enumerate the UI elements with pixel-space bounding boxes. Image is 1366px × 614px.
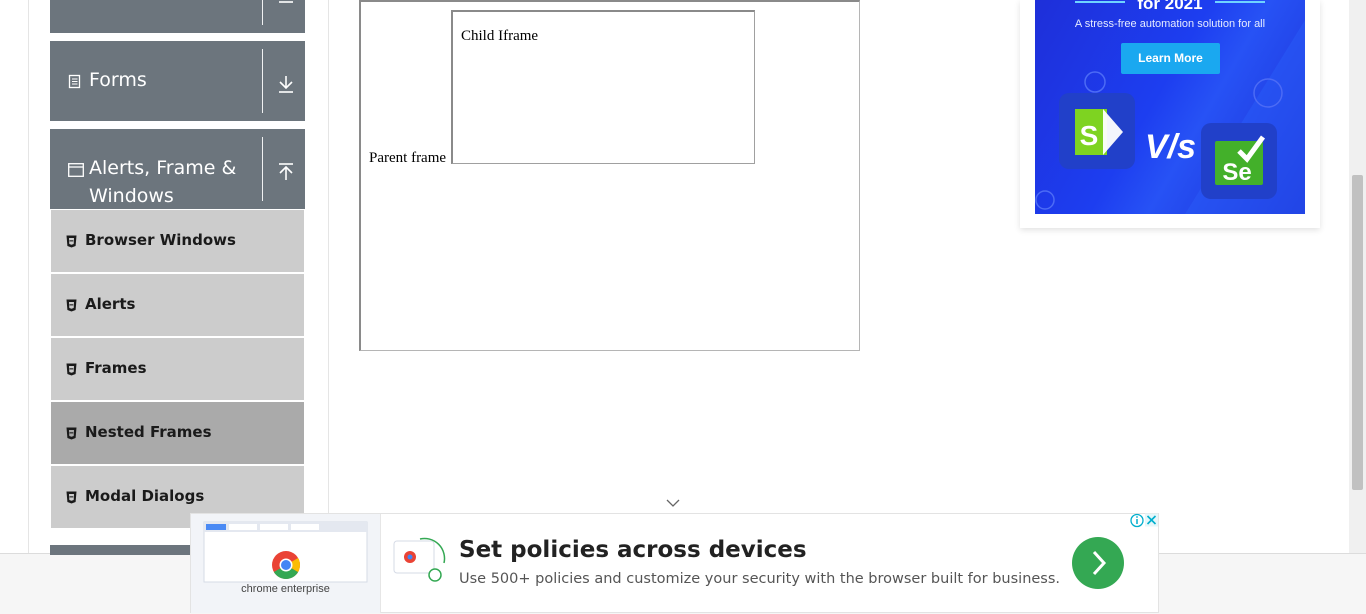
bottom-ad-description: Use 500+ policies and customize your sec… <box>459 571 1061 587</box>
upload-arrow-icon[interactable] <box>277 162 295 182</box>
group-divider <box>262 49 263 113</box>
chrome-enterprise-thumbnail[interactable] <box>191 514 381 613</box>
katalon-logo-icon: S <box>1059 93 1135 169</box>
ad-headline: for 2021 <box>1137 0 1203 13</box>
sidebar-item-label: Frames <box>85 359 147 377</box>
selenium-logo-icon: Se <box>1201 123 1277 199</box>
chrome-logo-icon <box>272 551 300 579</box>
learn-more-button[interactable]: Learn More <box>1121 43 1220 74</box>
sidebar-group-forms[interactable]: Forms <box>50 41 305 121</box>
window-icon <box>68 163 84 177</box>
sidebar-item-label: Modal Dialogs <box>85 487 205 505</box>
right-ad-banner[interactable]: for 2021 A stress-free automation soluti… <box>1035 0 1305 214</box>
ad-subtitle: A stress-free automation solution for al… <box>1074 18 1266 30</box>
policy-sync-icon <box>393 537 446 582</box>
sidebar-group-label-line2: Windows <box>89 185 174 207</box>
html5-icon <box>66 427 77 440</box>
sidebar-item-label: Nested Frames <box>85 423 212 441</box>
html5-icon <box>66 491 77 504</box>
scrollbar-thumb[interactable] <box>1352 175 1363 490</box>
chevron-down-icon[interactable] <box>665 497 681 509</box>
sidebar-item-label: Browser Windows <box>85 231 236 249</box>
sidebar-group-label-line1: Alerts, Frame & <box>89 157 237 179</box>
sidebar-group-label: Forms <box>89 69 147 91</box>
group-divider <box>262 137 263 201</box>
sidebar-item-browser-windows[interactable]: Browser Windows <box>51 210 304 272</box>
sidebar-group-next[interactable] <box>50 545 190 555</box>
sidebar-item-label: Alerts <box>85 295 136 313</box>
minus-icon[interactable] <box>277 0 295 16</box>
sidebar-group-alerts-frame-windows[interactable]: Alerts, Frame & Windows <box>50 129 305 209</box>
sidebar-group-elements[interactable] <box>50 0 305 33</box>
sidebar-left-border <box>28 0 29 560</box>
sidebar-item-frames[interactable]: Frames <box>51 338 304 400</box>
download-arrow-icon[interactable] <box>277 74 295 94</box>
html5-icon <box>66 235 77 248</box>
ad-go-button[interactable] <box>1072 537 1124 589</box>
bottom-ad-title[interactable]: Set policies across devices <box>459 537 807 563</box>
group-divider <box>262 0 263 25</box>
child-iframe-text: Child Iframe <box>461 28 539 44</box>
ad-info-close-icon[interactable] <box>1129 513 1159 528</box>
parent-frame-text: Parent frame <box>369 150 447 166</box>
svg-text:S: S <box>1080 120 1099 151</box>
ad-vs-text: V/s <box>1145 128 1197 166</box>
sidebar-item-alerts[interactable]: Alerts <box>51 274 304 336</box>
sidebar-item-nested-frames[interactable]: Nested Frames <box>51 402 304 464</box>
chevron-right-icon <box>1092 550 1107 576</box>
sidebar-right-border <box>328 0 329 560</box>
form-icon <box>68 74 81 89</box>
chrome-enterprise-label: chrome enterprise <box>241 583 330 595</box>
html5-icon <box>66 363 77 376</box>
svg-text:Se: Se <box>1222 159 1251 186</box>
html5-icon <box>66 299 77 312</box>
